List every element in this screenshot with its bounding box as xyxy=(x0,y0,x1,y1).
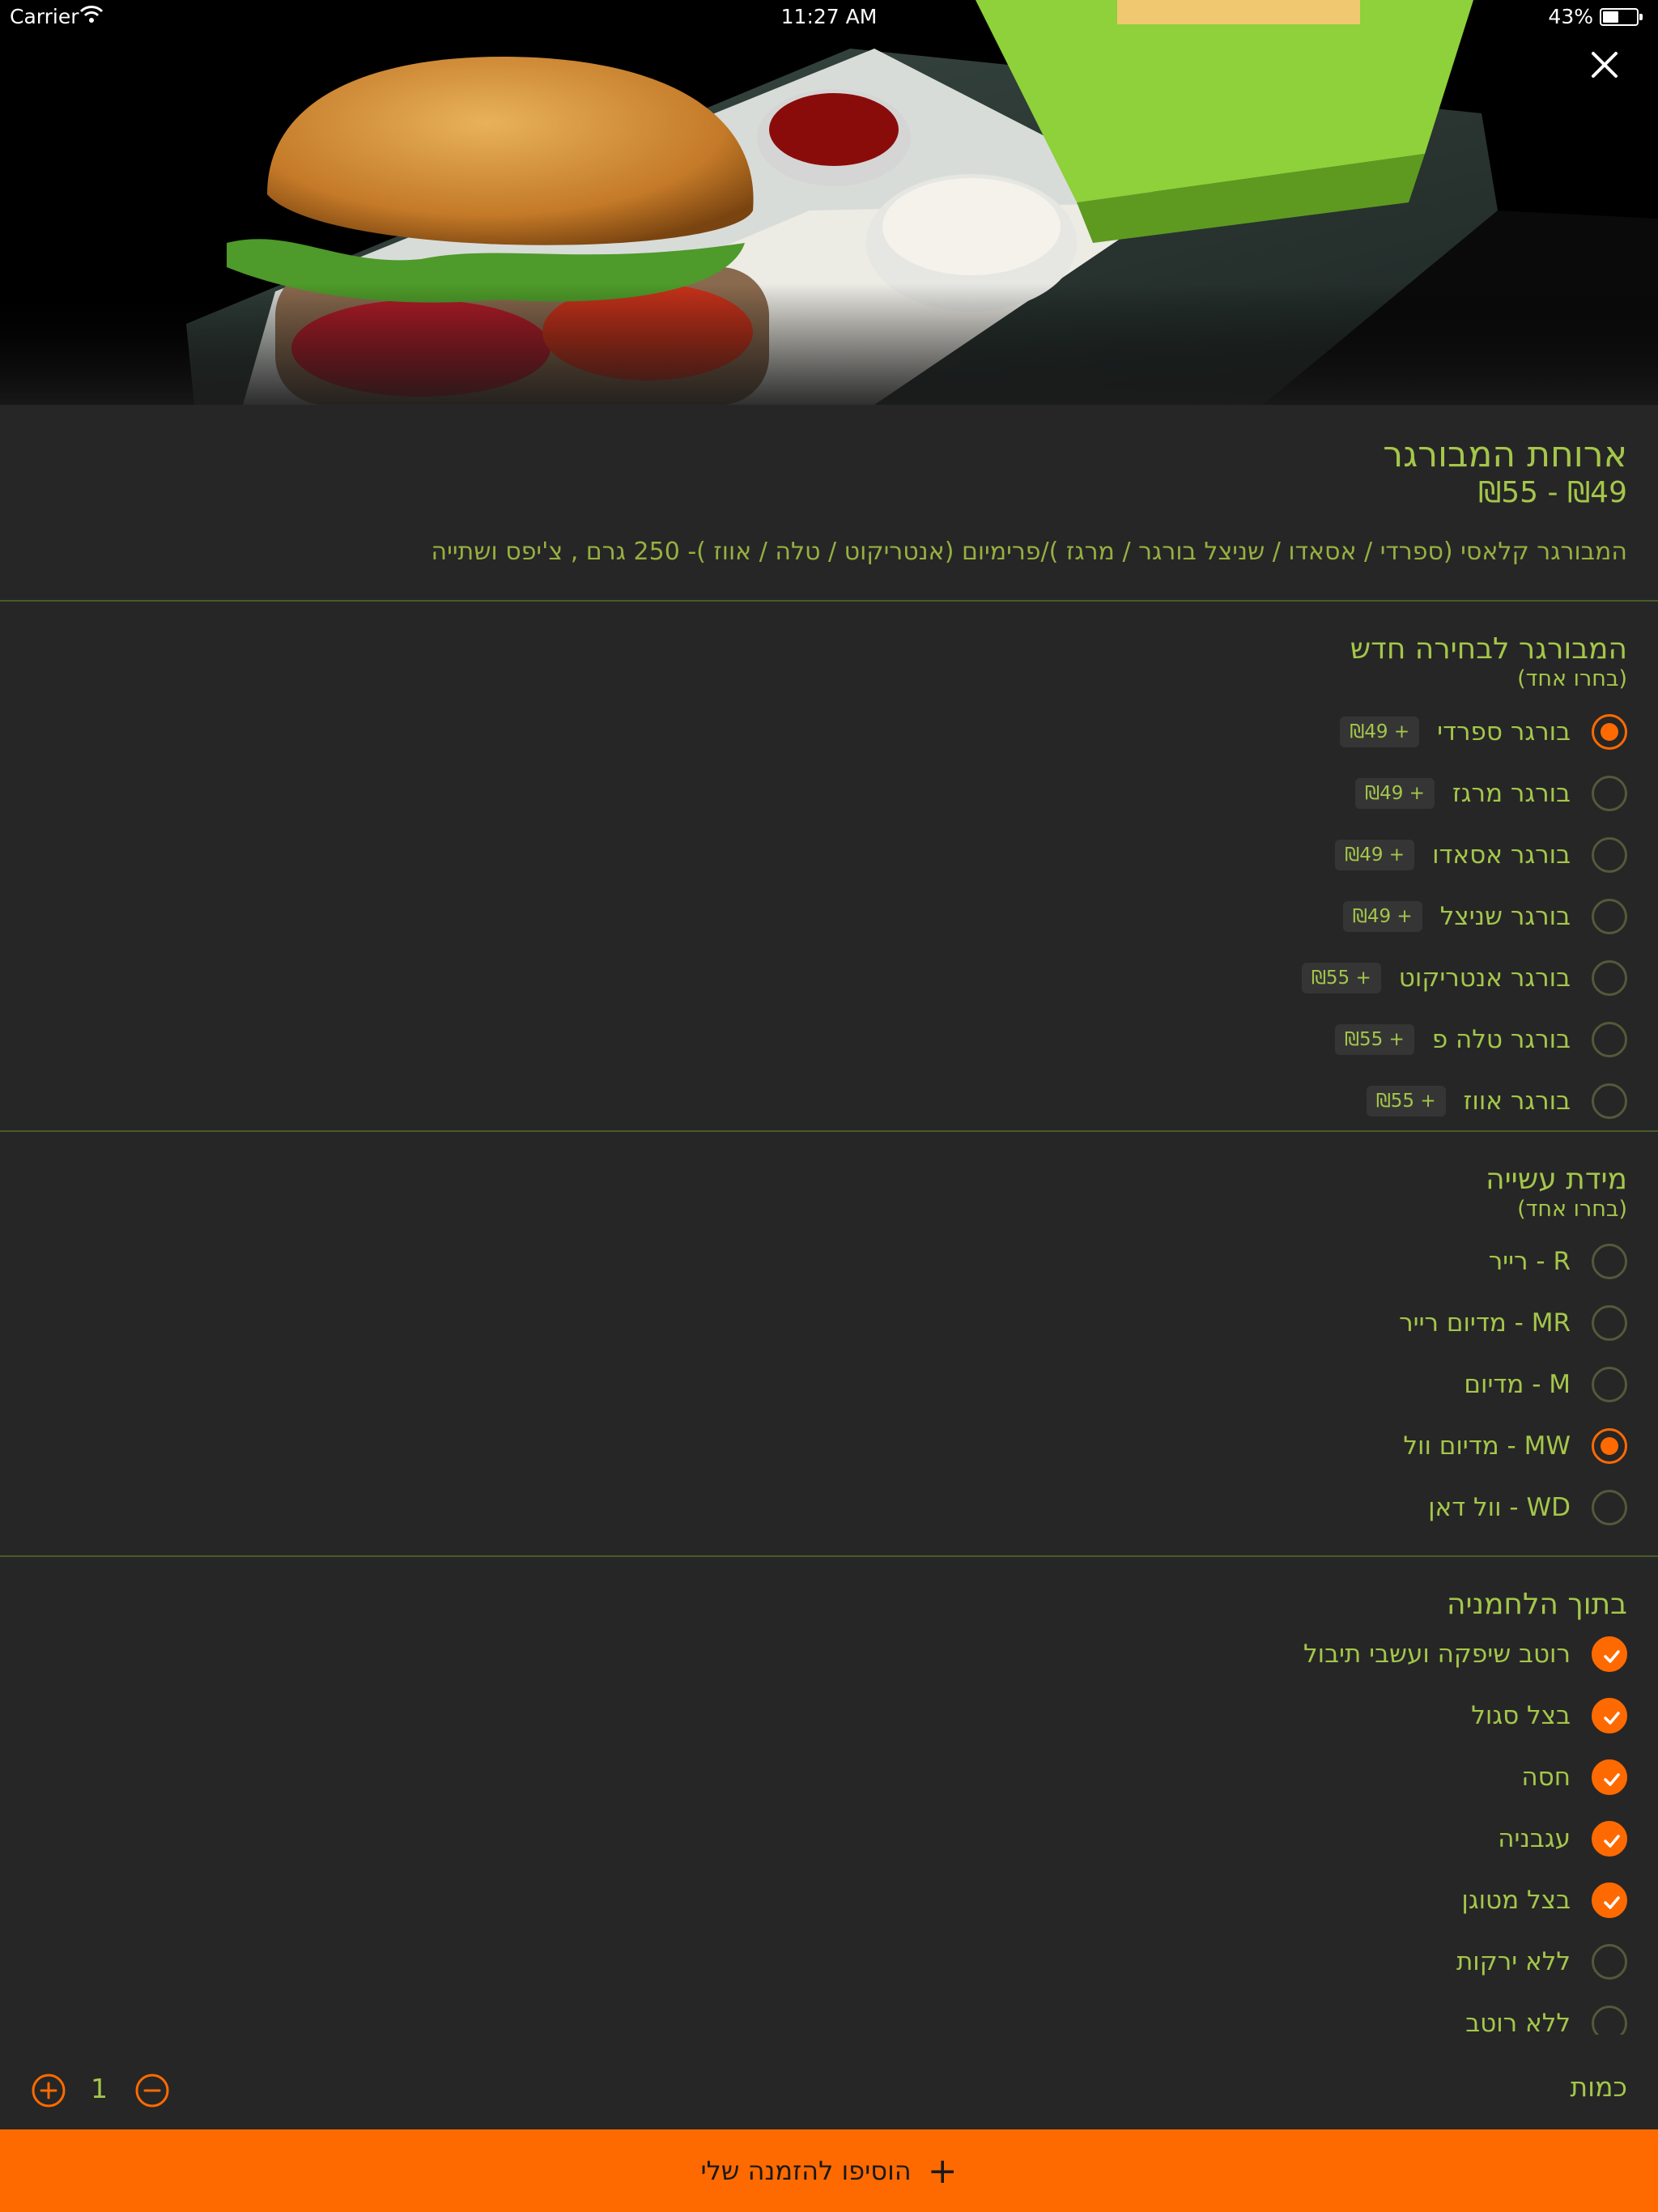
burger-option-merguez[interactable]: בורגר מרגז + ₪49 xyxy=(1355,774,1627,813)
close-button[interactable] xyxy=(1590,50,1635,96)
section-subtitle: (בחרו אחד) xyxy=(1517,666,1627,691)
product-header: ארוחת המבורגר ₪49 - ₪55 המבורגר קלאסי (ס… xyxy=(0,405,1658,602)
option-label: בצל סגול xyxy=(1471,1701,1571,1730)
option-label: בורגר ספרדי xyxy=(1437,717,1571,747)
burger-option-lamb[interactable]: בורגר טלה פ + ₪55 xyxy=(1334,1020,1627,1059)
option-label: בורגר מרגז xyxy=(1452,779,1571,808)
topping-option-lettuce[interactable]: חסה xyxy=(1521,1758,1627,1797)
option-label: MW - מדיום וול xyxy=(1403,1431,1571,1461)
burger-option-asado[interactable]: בורגר אסאדו + ₪49 xyxy=(1335,836,1627,874)
burger-meal-photo xyxy=(0,0,1658,405)
plus-icon: + xyxy=(927,2150,958,2192)
doneness-option-rare[interactable]: R - רייר xyxy=(1489,1242,1627,1281)
burger-option-spanish[interactable]: בורגר ספרדי + ₪49 xyxy=(1340,713,1627,751)
product-price: ₪49 - ₪55 xyxy=(1478,476,1627,509)
doneness-option-medium[interactable]: M - מדיום xyxy=(1464,1365,1627,1404)
section-title: המבורגר לבחירה חדש xyxy=(1350,632,1627,666)
product-description: המבורגר קלאסי (ספרדי / אסאדו / שניצל בור… xyxy=(431,538,1627,566)
option-label: רוטב שיפקה ועשבי תיבול xyxy=(1303,1640,1571,1669)
topping-option-no-sauce[interactable]: ללא רוטב xyxy=(1465,2004,1627,2035)
battery-percentage: 43% xyxy=(1548,5,1593,28)
topping-option-tomato[interactable]: עגבניה xyxy=(1498,1819,1627,1858)
radio-icon[interactable] xyxy=(1592,899,1627,934)
burger-choice-section: המבורגר לבחירה חדש (בחרו אחד) בורגר ספרד… xyxy=(0,602,1658,1132)
option-label: בצל מטוגן xyxy=(1461,1886,1571,1915)
radio-icon[interactable] xyxy=(1592,1428,1627,1464)
option-label: M - מדיום xyxy=(1464,1370,1571,1399)
option-label: ללא ירקות xyxy=(1456,1947,1571,1976)
section-title: מידת עשייה xyxy=(1486,1163,1627,1196)
section-subtitle: (בחרו אחד) xyxy=(1517,1197,1627,1222)
radio-icon[interactable] xyxy=(1592,776,1627,811)
topping-option-red-onion[interactable]: בצל סגול xyxy=(1471,1696,1627,1735)
option-label: בורגר טלה פ xyxy=(1431,1025,1571,1054)
option-label: בורגר אווז xyxy=(1463,1087,1571,1116)
price-tag: + ₪49 xyxy=(1342,901,1422,932)
add-to-order-label: הוסיפו להזמנה שלי xyxy=(700,2155,912,2186)
option-label: ללא רוטב xyxy=(1465,2009,1571,2035)
topping-option-no-vegetables[interactable]: ללא ירקות xyxy=(1456,1942,1627,1981)
option-label: R - רייר xyxy=(1488,1247,1571,1276)
close-icon xyxy=(1592,52,1618,78)
status-bar: Carrier 11:27 AM 43% xyxy=(0,0,1658,32)
quantity-label: כמות xyxy=(1570,2071,1627,2103)
checkbox-check-icon[interactable] xyxy=(1592,1698,1627,1733)
hero-image xyxy=(0,0,1658,405)
add-to-order-button[interactable]: + הוסיפו להזמנה שלי xyxy=(0,2129,1658,2212)
checkbox-check-icon[interactable] xyxy=(1592,1759,1627,1795)
price-tag: + ₪49 xyxy=(1340,717,1420,747)
doneness-section: מידת עשייה (בחרו אחד) R - רייר MR - מדיו… xyxy=(0,1132,1658,1557)
radio-icon[interactable] xyxy=(1592,960,1627,996)
radio-icon[interactable] xyxy=(1592,1490,1627,1525)
doneness-option-medium-rare[interactable]: MR - מדיום רייר xyxy=(1399,1304,1627,1342)
checkbox-check-icon[interactable] xyxy=(1592,1636,1627,1672)
price-tag: + ₪49 xyxy=(1335,840,1415,870)
radio-icon[interactable] xyxy=(1592,1022,1627,1057)
radio-icon[interactable] xyxy=(1592,1083,1627,1119)
option-label: עגבניה xyxy=(1498,1824,1571,1853)
radio-icon[interactable] xyxy=(1592,1244,1627,1279)
price-tag: + ₪55 xyxy=(1301,963,1381,993)
burger-option-goose[interactable]: בורגר אווז + ₪55 xyxy=(1366,1082,1627,1121)
plus-circle-icon[interactable] xyxy=(31,2073,66,2108)
section-title: בתוך הלחמניה xyxy=(1447,1588,1627,1621)
radio-icon[interactable] xyxy=(1592,837,1627,873)
battery-icon xyxy=(1600,8,1643,26)
quantity-value: 1 xyxy=(91,2073,108,2104)
checkbox-icon[interactable] xyxy=(1592,1944,1627,1980)
radio-icon[interactable] xyxy=(1592,1305,1627,1341)
bun-toppings-section: בתוך הלחמניה רוטב שיפקה ועשבי תיבול בצל … xyxy=(0,1557,1658,2035)
burger-option-entrecote[interactable]: בורגר אנטריקוט + ₪55 xyxy=(1301,959,1627,998)
option-label: MR - מדיום רייר xyxy=(1399,1308,1571,1338)
quantity-row: כמות 1 xyxy=(0,2048,1658,2129)
price-tag: + ₪55 xyxy=(1334,1024,1414,1055)
price-tag: + ₪55 xyxy=(1366,1086,1446,1117)
minus-circle-icon[interactable] xyxy=(134,2073,170,2108)
option-label: WD - וול דאן xyxy=(1428,1493,1571,1522)
doneness-option-medium-well[interactable]: MW - מדיום וול xyxy=(1403,1427,1627,1465)
checkbox-icon[interactable] xyxy=(1592,2006,1627,2035)
topping-option-fried-onion[interactable]: בצל מטוגן xyxy=(1461,1881,1627,1920)
price-tag: + ₪49 xyxy=(1355,778,1435,809)
burger-option-schnitzel[interactable]: בורגר שניצל + ₪49 xyxy=(1342,897,1627,936)
checkbox-check-icon[interactable] xyxy=(1592,1882,1627,1918)
option-label: בורגר שניצל xyxy=(1439,902,1571,931)
checkbox-check-icon[interactable] xyxy=(1592,1821,1627,1857)
product-title: ארוחת המבורגר xyxy=(1383,434,1627,475)
doneness-option-well-done[interactable]: WD - וול דאן xyxy=(1428,1488,1627,1527)
option-label: בורגר אסאדו xyxy=(1432,840,1571,870)
option-label: חסה xyxy=(1521,1763,1571,1792)
clock: 11:27 AM xyxy=(780,5,878,28)
radio-icon[interactable] xyxy=(1592,714,1627,750)
option-label: בורגר אנטריקוט xyxy=(1398,963,1571,993)
topping-option-sauce[interactable]: רוטב שיפקה ועשבי תיבול xyxy=(1303,1635,1627,1674)
radio-icon[interactable] xyxy=(1592,1367,1627,1402)
